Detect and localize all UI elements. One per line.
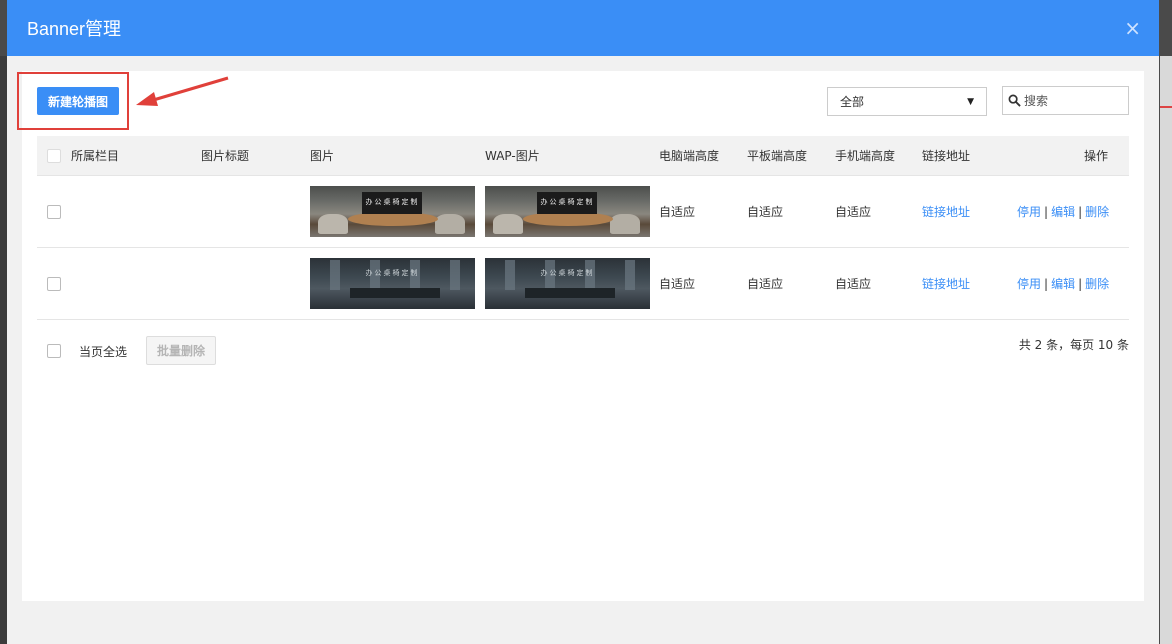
column-header-image: 图片 [310,149,335,163]
select-all-checkbox[interactable] [47,344,61,358]
disable-link[interactable]: 停用 [1017,203,1041,220]
row-pc-height: 自适应 [659,205,696,219]
image-table [525,288,615,298]
content-panel: 新建轮播图 全部 ▼ 所属栏目 图片标题 图片 WAP-图片 电脑端高度 [17,71,1144,601]
column-header-wap-image: WAP-图片 [485,149,540,163]
image-table [350,288,440,298]
row-link-address[interactable]: 链接地址 [922,203,970,220]
table-header: 所属栏目 图片标题 图片 WAP-图片 电脑端高度 平板端高度 手机端高度 链接… [37,136,1129,176]
wap-image-thumbnail[interactable]: 办公桌椅定制 [485,186,650,237]
row-actions: 停用 | 编辑 | 删除 [1017,248,1109,319]
column-header-tablet-height: 平板端高度 [747,149,808,163]
modal-title: Banner管理 [27,19,122,39]
banner-image-thumbnail[interactable]: 办公桌椅定制 [310,186,475,237]
row-mobile-height: 自适应 [835,205,872,219]
chevron-down-icon: ▼ [967,96,974,107]
column-header-link: 链接地址 [922,149,971,163]
modal-header: Banner管理 × [7,0,1159,56]
action-separator: | [1044,204,1049,219]
batch-delete-button[interactable]: 批量删除 [146,336,216,365]
image-chair-left [318,214,348,234]
image-caption: 办公桌椅定制 [540,198,595,206]
column-header-actions: 操作 [1084,149,1109,163]
search-input[interactable] [1024,93,1119,108]
banner-management-modal: Banner管理 × 新建轮播图 全部 ▼ 所属栏目 图片标题 图片 [7,0,1159,644]
pagination-info: 共 2 条，每页 10 条 [1018,338,1129,352]
category-filter-select[interactable]: 全部 ▼ [827,87,987,116]
background-right-edge [1160,56,1172,644]
annotation-arrow-icon [136,76,229,106]
wap-image-thumbnail[interactable]: 办公桌椅定制 [485,258,650,309]
search-box[interactable] [1002,86,1129,115]
image-caption: 办公桌椅定制 [365,198,420,206]
background-left-edge [0,56,7,644]
row-pc-height: 自适应 [659,277,696,291]
filter-selected-value: 全部 [840,95,865,109]
action-separator: | [1078,276,1083,291]
background-red-line [1160,106,1172,108]
new-banner-button[interactable]: 新建轮播图 [37,87,119,115]
column-header-title: 图片标题 [201,149,250,163]
banner-image-thumbnail[interactable]: 办公桌椅定制 [310,258,475,309]
edit-link[interactable]: 编辑 [1051,203,1075,220]
header-select-checkbox[interactable] [47,148,61,163]
row-select-checkbox[interactable] [47,204,61,219]
image-caption: 办公桌椅定制 [540,269,595,277]
row-link-address[interactable]: 链接地址 [922,275,970,292]
table-row: 办公桌椅定制 办公桌椅定制 自适应 自适应 自适应 链接地址 停用 | 编辑 |… [37,248,1129,320]
delete-link[interactable]: 删除 [1085,275,1109,292]
row-mobile-height: 自适应 [835,277,872,291]
image-table [348,212,438,226]
image-chair-left [493,214,523,234]
table-footer: 当页全选 批量删除 共 2 条，每页 10 条 [37,336,1129,366]
action-separator: | [1078,204,1083,219]
edit-link[interactable]: 编辑 [1051,275,1075,292]
row-tablet-height: 自适应 [747,205,784,219]
image-chair-right [610,214,640,234]
action-separator: | [1044,276,1049,291]
disable-link[interactable]: 停用 [1017,275,1041,292]
image-table [523,212,613,226]
image-chair-right [435,214,465,234]
select-all-label: 当页全选 [79,345,128,359]
delete-link[interactable]: 删除 [1085,203,1109,220]
row-actions: 停用 | 编辑 | 删除 [1017,176,1109,247]
table-row: 办公桌椅定制 办公桌椅定制 自适应 自适应 自适应 链接地址 停用 | 编辑 |… [37,176,1129,248]
banner-table: 所属栏目 图片标题 图片 WAP-图片 电脑端高度 平板端高度 手机端高度 链接… [37,136,1129,320]
image-caption: 办公桌椅定制 [365,269,420,277]
column-header-category: 所属栏目 [71,149,120,163]
close-icon[interactable]: × [1124,18,1141,38]
column-header-mobile-height: 手机端高度 [835,149,896,163]
search-icon [1008,94,1021,107]
row-select-checkbox[interactable] [47,276,61,291]
row-tablet-height: 自适应 [747,277,784,291]
column-header-pc-height: 电脑端高度 [659,149,720,163]
